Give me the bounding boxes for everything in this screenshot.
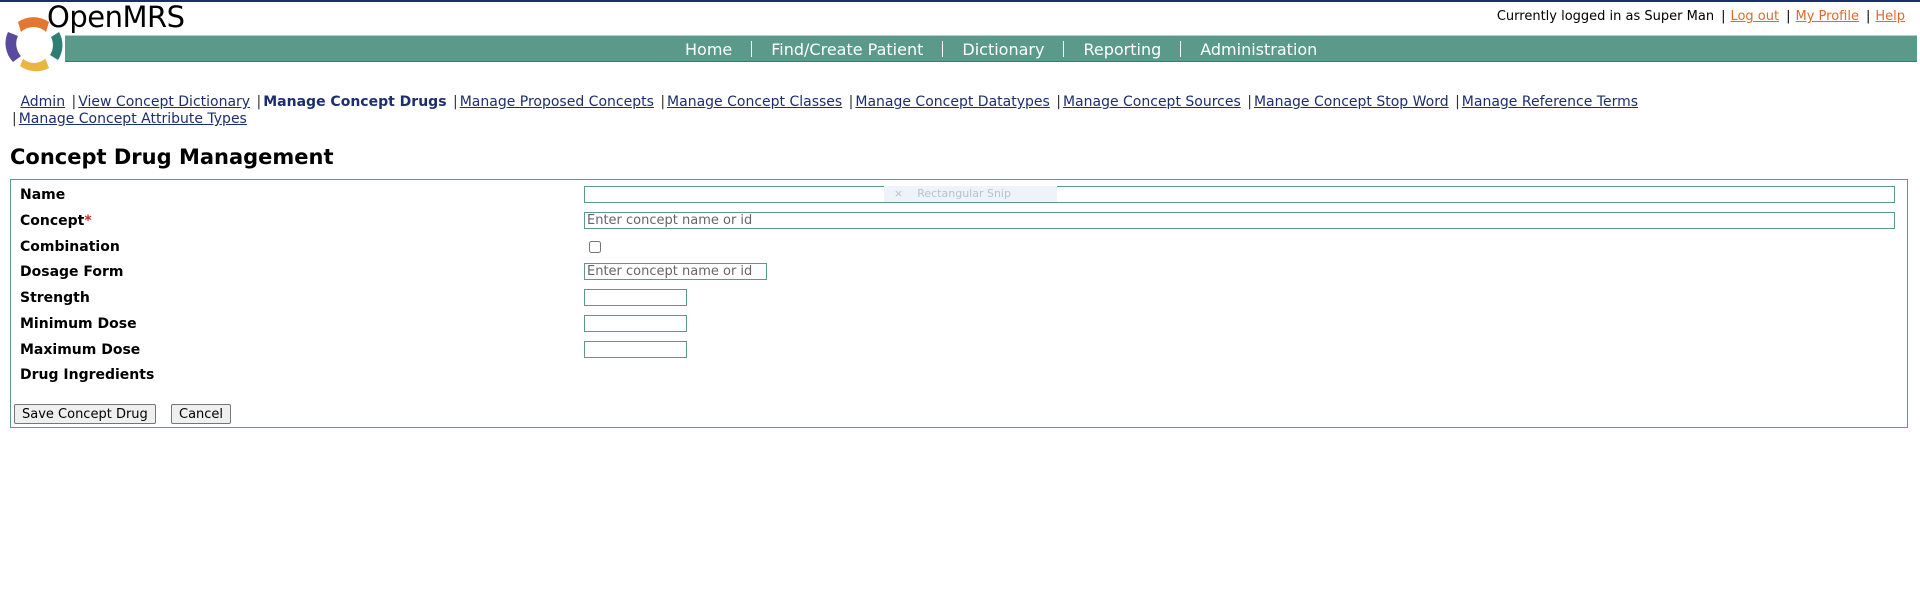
nav-home[interactable]: Home: [685, 40, 732, 59]
maximum-dose-label: Maximum Dose: [20, 342, 141, 358]
subnav-manage-proposed-concepts[interactable]: Manage Proposed Concepts: [460, 94, 654, 110]
nav-divider: [942, 41, 944, 57]
snip-label: Rectangular Snip: [917, 187, 1011, 200]
admin-subnav: Admin | View Concept Dictionary | Manage C…: [12, 94, 1712, 128]
minimum-dose-input[interactable]: [584, 315, 687, 332]
subnav-view-concept-dictionary[interactable]: View Concept Dictionary: [78, 94, 250, 110]
separator: |: [12, 111, 17, 127]
subnav-manage-concept-stop-word[interactable]: Manage Concept Stop Word: [1254, 94, 1449, 110]
drug-ingredients-label: Drug Ingredients: [20, 367, 155, 383]
subnav-manage-concept-drugs: Manage Concept Drugs: [263, 94, 447, 110]
separator: |: [1865, 9, 1871, 24]
separator: |: [1721, 9, 1726, 24]
separator: |: [1056, 94, 1061, 110]
subnav-manage-concept-sources[interactable]: Manage Concept Sources: [1063, 94, 1241, 110]
name-label: Name: [20, 187, 66, 203]
logout-link[interactable]: Log out: [1730, 9, 1779, 24]
nav-find-create-patient[interactable]: Find/Create Patient: [771, 40, 923, 59]
separator: |: [256, 94, 262, 110]
separator: |: [71, 94, 77, 110]
separator: |: [1786, 9, 1791, 24]
concept-label-text: Concept: [20, 213, 85, 229]
nav-administration[interactable]: Administration: [1200, 40, 1317, 59]
user-bar: Currently logged in as Super Man | Log out…: [1497, 9, 1905, 24]
close-icon: ×: [894, 187, 904, 200]
subnav-manage-concept-datatypes[interactable]: Manage Concept Datatypes: [855, 94, 1049, 110]
concept-input[interactable]: [584, 212, 1895, 229]
page-title: Concept Drug Management: [10, 145, 334, 169]
nav-divider: [1180, 41, 1182, 57]
separator: [14, 94, 18, 110]
name-input[interactable]: [584, 186, 1895, 203]
minimum-dose-label: Minimum Dose: [20, 316, 137, 332]
required-marker: *: [84, 213, 92, 229]
concept-drug-form: Name Concept* Combination Dosage Form St…: [10, 179, 1908, 428]
separator: |: [660, 94, 666, 110]
nav-divider: [751, 41, 753, 57]
dosage-form-input[interactable]: [584, 263, 767, 280]
concept-label: Concept*: [20, 213, 92, 229]
strength-label: Strength: [20, 290, 90, 306]
strength-input[interactable]: [584, 289, 687, 306]
combination-checkbox[interactable]: [589, 241, 601, 253]
subnav-manage-concept-attribute-types[interactable]: Manage Concept Attribute Types: [19, 111, 247, 127]
top-rule: [0, 0, 1920, 2]
rectangular-snip-overlay: × Rectangular Snip: [884, 186, 1057, 202]
subnav-admin[interactable]: Admin: [20, 94, 65, 110]
logged-in-text: Currently logged in as Super Man: [1496, 9, 1715, 24]
separator: |: [848, 94, 854, 110]
nav-dictionary[interactable]: Dictionary: [962, 40, 1044, 59]
separator: |: [452, 94, 458, 110]
my-profile-link[interactable]: My Profile: [1796, 9, 1859, 24]
separator: |: [1455, 94, 1460, 110]
nav-divider: [1063, 41, 1065, 57]
brand-name: OpenMRS: [47, 0, 185, 34]
separator: |: [1247, 94, 1252, 110]
combination-label: Combination: [20, 239, 120, 255]
save-concept-drug-button[interactable]: Save Concept Drug: [14, 404, 156, 424]
subnav-manage-reference-terms[interactable]: Manage Reference Terms: [1462, 94, 1638, 110]
cancel-button[interactable]: Cancel: [171, 404, 232, 424]
main-nav: Home Find/Create Patient Dictionary Repo…: [685, 37, 1317, 61]
subnav-manage-concept-classes[interactable]: Manage Concept Classes: [667, 94, 842, 110]
nav-reporting[interactable]: Reporting: [1083, 40, 1161, 59]
dosage-form-label: Dosage Form: [20, 264, 124, 280]
maximum-dose-input[interactable]: [584, 341, 687, 358]
help-link[interactable]: Help: [1875, 9, 1905, 24]
